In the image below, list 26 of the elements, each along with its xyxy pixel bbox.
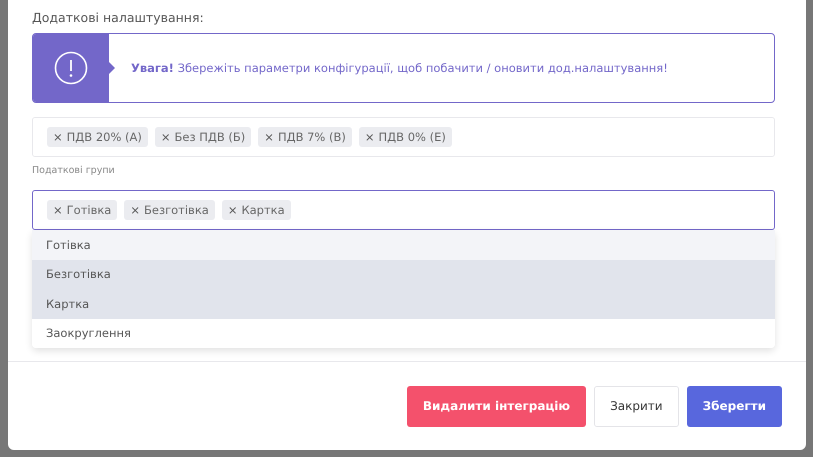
tag-label: ПДВ 0% (Е)	[378, 130, 446, 144]
remove-tag-button[interactable]: ×	[160, 130, 171, 144]
dropdown-option[interactable]: Заокруглення	[32, 318, 775, 348]
secondary-button[interactable]: Закрити	[594, 386, 679, 426]
tag-label: ПДВ 20% (А)	[66, 130, 142, 144]
tax-groups-field[interactable]: × ПДВ 20% (А) × Без ПДВ (Б) × ПДВ 7% (В) × ПДВ 0% (Е)	[32, 117, 775, 157]
remove-tag-button[interactable]: ×	[53, 130, 63, 144]
tag-label: ПДВ 7% (В)	[278, 130, 346, 144]
dropdown-option[interactable]: Картка	[32, 289, 775, 318]
field-label: Податкові групи	[32, 165, 116, 176]
dropdown-option[interactable]: Безготівка	[32, 260, 775, 289]
remove-tag-button[interactable]: ×	[130, 203, 140, 217]
tag-label: Готівка	[66, 203, 112, 217]
tag-label: Безготівка	[144, 203, 209, 217]
exclamation-icon	[54, 51, 88, 85]
alert-message: Увага! Збережіть параметри конфігурації, щоб побачити / оновити дод.налаштування!	[130, 61, 668, 75]
remove-tag-button[interactable]: ×	[228, 203, 238, 217]
tag-label: Без ПДВ (Б)	[174, 130, 246, 144]
remove-tag-button[interactable]: ×	[53, 203, 63, 217]
tag-label: Картка	[241, 203, 285, 217]
remove-tag-button[interactable]: ×	[264, 130, 274, 144]
primary-button[interactable]: Зберегти	[686, 386, 782, 426]
danger-button[interactable]: Видалити інтеграцію	[406, 386, 586, 426]
section-title: Додаткові налаштування:	[32, 10, 205, 25]
dropdown-option[interactable]: Готівка	[32, 230, 775, 260]
remove-tag-button[interactable]: ×	[364, 130, 375, 144]
